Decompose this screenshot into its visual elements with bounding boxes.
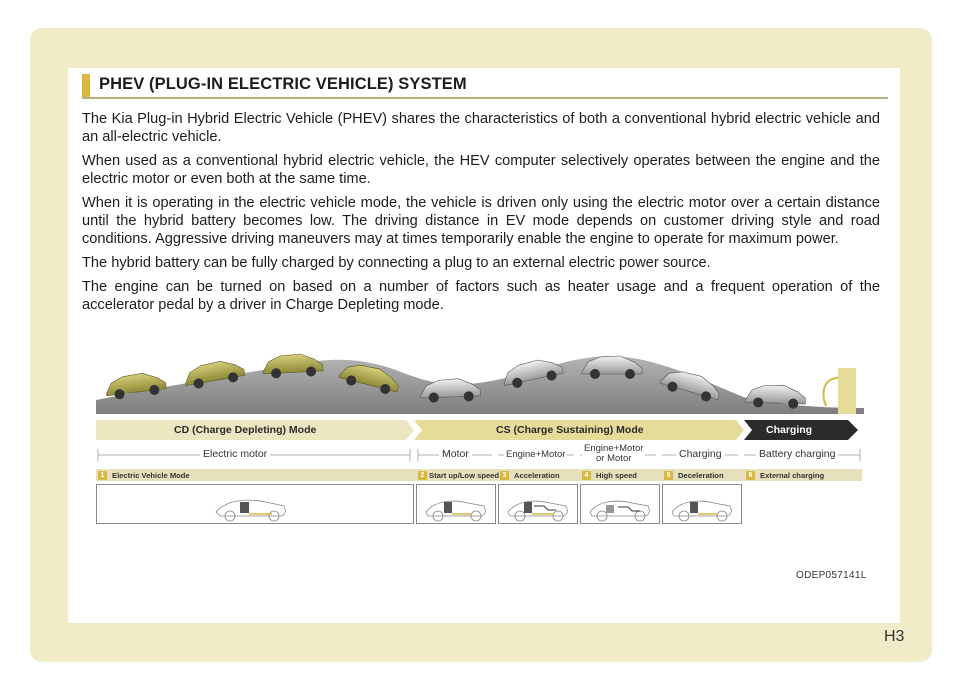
phase-label-1: Electric Vehicle Mode <box>112 471 190 480</box>
page-number: H3 <box>884 628 905 645</box>
high-speed-panel-car <box>589 500 650 522</box>
figure-code: ODEP057141L <box>796 570 867 581</box>
phase-badge-6: 6 <box>746 471 755 480</box>
phase-label-6: External charging <box>760 471 825 480</box>
cd-mode-label: CD (Charge Depleting) Mode <box>174 424 317 436</box>
engine-or-motor-label: Engine+Motor or Motor <box>582 444 646 464</box>
phase-badge-1: 1 <box>98 471 107 480</box>
heading-accent-bar <box>82 74 90 98</box>
section-title: PHEV (PLUG-IN ELECTRIC VEHICLE) SYSTEM <box>99 75 467 93</box>
cs-mode-label: CS (Charge Sustaining) Mode <box>496 424 644 436</box>
phase-label-5: Deceleration <box>678 471 724 480</box>
ev-panel-car <box>215 499 286 522</box>
motor-label: Motor <box>439 448 472 460</box>
panel-drawings-overlay <box>215 499 732 522</box>
paragraph-1: The Kia Plug-in Hybrid Electric Vehicle … <box>82 111 880 145</box>
charger-post-icon <box>838 368 856 414</box>
phase-badge-3: 3 <box>500 471 509 480</box>
phase-label-4: High speed <box>596 471 637 480</box>
startup-panel-car <box>425 500 486 522</box>
paragraph-2: When used as a conventional hybrid elect… <box>82 153 880 187</box>
engine-or-motor-line2: or Motor <box>596 453 632 464</box>
deceleration-panel-car <box>671 500 732 522</box>
phase-label-2: Start up/Low speed <box>429 471 500 480</box>
charging-source-label: Charging <box>676 448 725 460</box>
paragraph-5: The engine can be turned on based on a n… <box>82 279 880 313</box>
phase-badge-5: 5 <box>664 471 673 480</box>
charging-mode-label: Charging <box>766 424 813 436</box>
paragraph-3: When it is operating in the electric veh… <box>82 195 880 247</box>
electric-motor-label: Electric motor <box>200 448 271 460</box>
phase-badge-2: 2 <box>418 471 427 480</box>
acceleration-panel-car <box>507 500 568 522</box>
phase-badge-4: 4 <box>582 471 591 480</box>
battery-charging-label: Battery charging <box>756 448 839 460</box>
phase-label-3: Acceleration <box>514 471 560 480</box>
body-text: The Kia Plug-in Hybrid Electric Vehicle … <box>82 110 880 320</box>
heading-rule <box>82 97 888 99</box>
paragraph-4: The hybrid battery can be fully charged … <box>82 255 711 271</box>
engine-motor-label: Engine+Motor <box>504 449 568 460</box>
charging-cable <box>822 377 839 407</box>
